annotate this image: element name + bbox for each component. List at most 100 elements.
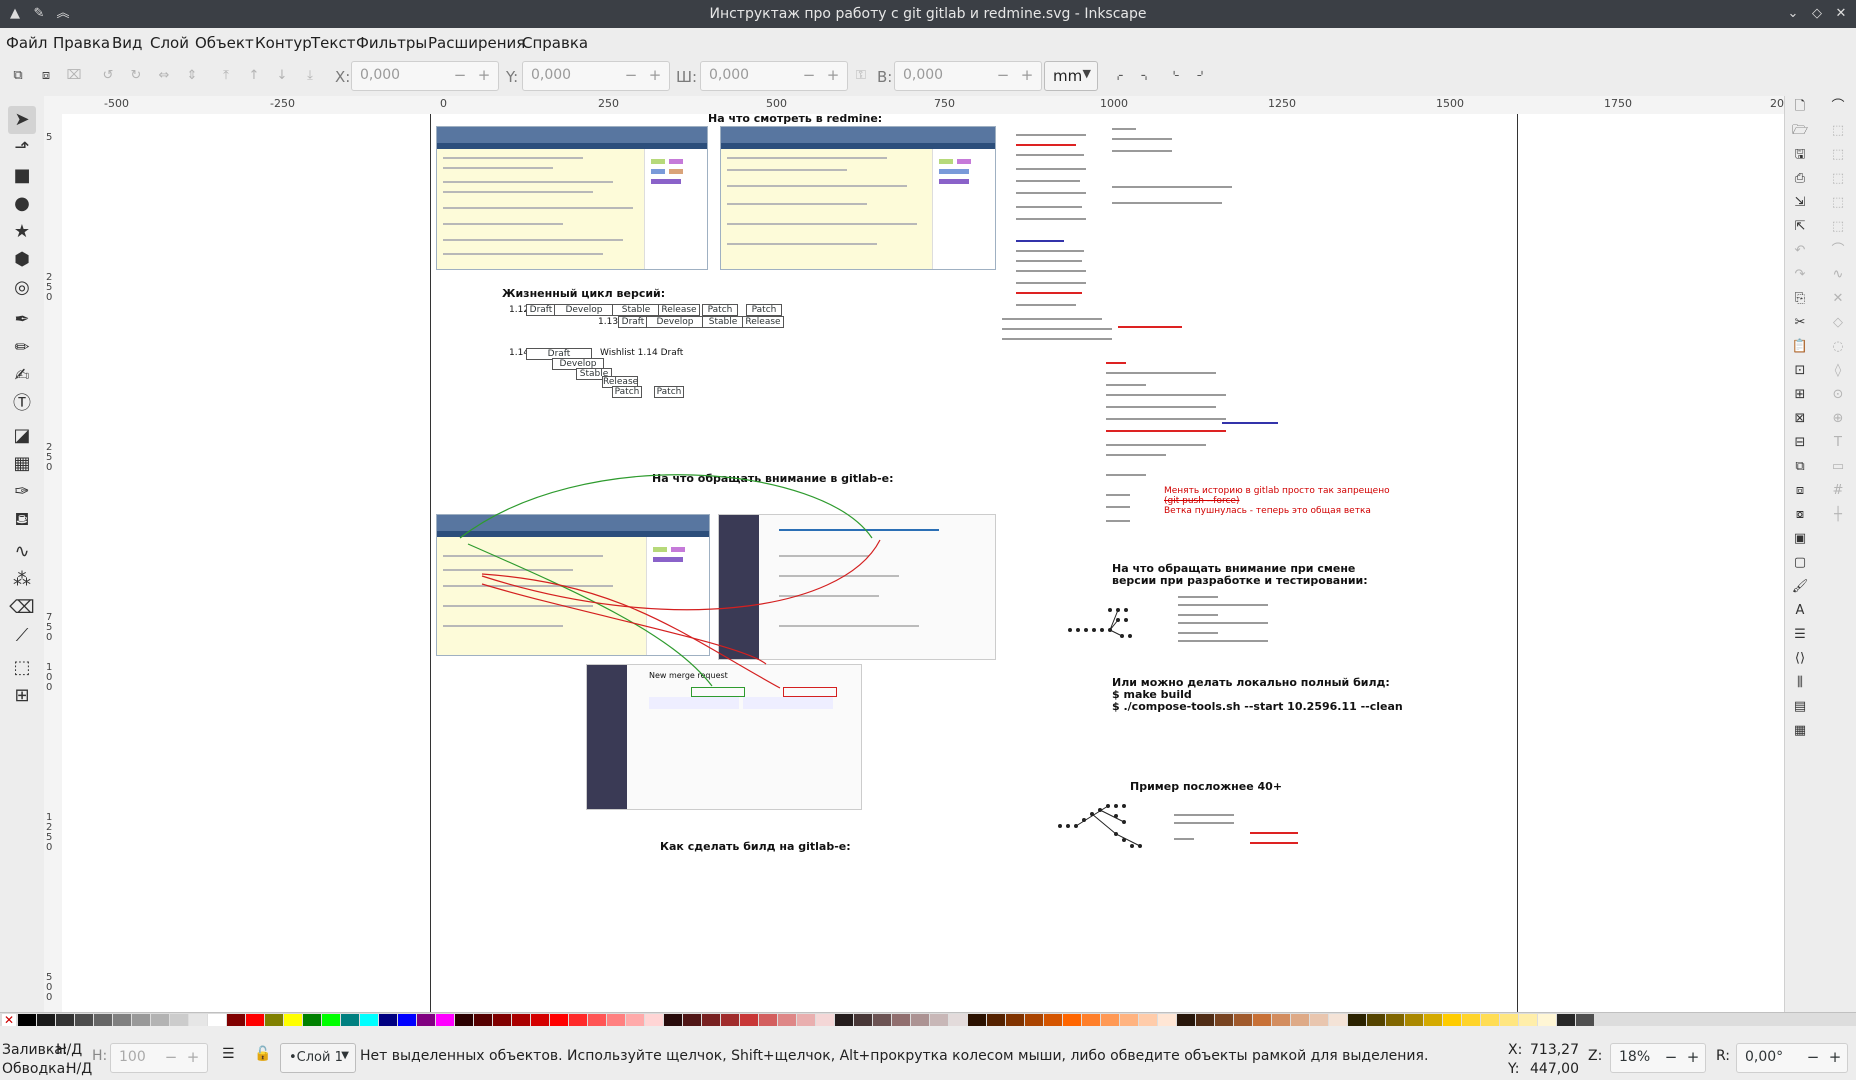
color-swatch[interactable]	[227, 1014, 245, 1026]
spray-tool-icon[interactable]: ⁂	[8, 566, 36, 594]
color-swatch[interactable]	[1006, 1014, 1024, 1026]
color-swatch[interactable]	[1386, 1014, 1404, 1026]
unlink-clone-icon[interactable]: ⧇	[1791, 506, 1809, 524]
color-swatch[interactable]	[170, 1014, 188, 1026]
selector-tool-icon[interactable]: ➤	[8, 106, 36, 134]
color-swatch[interactable]	[322, 1014, 340, 1026]
color-swatch[interactable]	[18, 1014, 36, 1026]
color-swatch[interactable]	[75, 1014, 93, 1026]
color-swatch[interactable]	[1462, 1014, 1480, 1026]
menu-extensions[interactable]: Расширения	[428, 34, 525, 52]
paste-icon[interactable]: 📋	[1791, 338, 1809, 356]
color-swatch[interactable]	[759, 1014, 777, 1026]
color-swatch[interactable]	[303, 1014, 321, 1026]
pencil-tool-icon[interactable]: ✏	[8, 334, 36, 362]
scale-stroke-icon[interactable]: ⌌	[1110, 68, 1126, 84]
color-swatch[interactable]	[892, 1014, 910, 1026]
zoom-field[interactable]: 18% − +	[1610, 1043, 1706, 1073]
rectangle-tool-icon[interactable]: ■	[8, 162, 36, 190]
eraser-tool-icon[interactable]: ⌫	[8, 594, 36, 622]
color-swatch[interactable]	[1025, 1014, 1043, 1026]
color-swatch[interactable]	[1215, 1014, 1233, 1026]
connector-tool-icon[interactable]: ⟋	[8, 622, 36, 650]
maximize-button[interactable]: ◇	[1808, 5, 1826, 23]
measure-tool-icon[interactable]: ⊞	[8, 682, 36, 710]
save-document-icon[interactable]: 🖫	[1791, 146, 1809, 164]
height-field[interactable]: 0,000 − +	[894, 61, 1042, 91]
y-field[interactable]: 0,000 − +	[522, 61, 670, 91]
color-swatch[interactable]	[1196, 1014, 1214, 1026]
color-swatch[interactable]	[1576, 1014, 1594, 1026]
color-swatch[interactable]	[1234, 1014, 1252, 1026]
snap-midpoint-icon[interactable]: ◊	[1829, 362, 1847, 380]
flip-h-icon[interactable]: ⇔	[156, 68, 172, 84]
color-swatch[interactable]	[1082, 1014, 1100, 1026]
opacity-decrement[interactable]: −	[163, 1048, 179, 1066]
copy-icon[interactable]: ⎘	[1791, 290, 1809, 308]
ellipse-tool-icon[interactable]: ●	[8, 190, 36, 218]
color-swatch[interactable]	[987, 1014, 1005, 1026]
x-decrement[interactable]: −	[452, 66, 468, 84]
color-swatch[interactable]	[1101, 1014, 1119, 1026]
snap-paths-icon[interactable]: ∿	[1829, 266, 1847, 284]
group-icon[interactable]: ▣	[1791, 530, 1809, 548]
menu-layer[interactable]: Слой	[150, 34, 189, 52]
color-swatch[interactable]	[1538, 1014, 1556, 1026]
width-increment[interactable]: +	[825, 66, 841, 84]
menu-help[interactable]: Справка	[522, 34, 588, 52]
color-swatch[interactable]	[531, 1014, 549, 1026]
deselect-icon[interactable]: ⌧	[66, 68, 82, 84]
color-swatch[interactable]	[284, 1014, 302, 1026]
zoom-out[interactable]: −	[1663, 1048, 1679, 1066]
open-document-icon[interactable]: 🗁	[1791, 122, 1809, 140]
layers-menu-icon[interactable]: ☰	[222, 1046, 235, 1062]
snap-bbox-icon[interactable]: ⬚	[1829, 122, 1847, 140]
zoom-page-width-icon[interactable]: ⊟	[1791, 434, 1809, 452]
color-palette[interactable]: ✕	[0, 1012, 1856, 1027]
color-swatch[interactable]	[721, 1014, 739, 1026]
cut-icon[interactable]: ✂	[1791, 314, 1809, 332]
snap-nodes-icon[interactable]: ⌒	[1829, 242, 1847, 260]
color-swatch[interactable]	[1424, 1014, 1442, 1026]
color-swatch[interactable]	[740, 1014, 758, 1026]
color-swatch[interactable]	[455, 1014, 473, 1026]
color-swatch[interactable]	[1557, 1014, 1575, 1026]
gitlab-issue-screenshot[interactable]	[718, 514, 996, 660]
snap-guide-icon[interactable]: ┼	[1829, 506, 1847, 524]
color-swatch[interactable]	[854, 1014, 872, 1026]
color-swatch[interactable]	[37, 1014, 55, 1026]
color-swatch[interactable]	[816, 1014, 834, 1026]
color-swatch[interactable]	[1500, 1014, 1518, 1026]
color-swatch[interactable]	[1120, 1014, 1138, 1026]
color-swatch[interactable]	[1044, 1014, 1062, 1026]
snap-bbox-edge-icon[interactable]: ⬚	[1829, 146, 1847, 164]
width-field[interactable]: 0,000 − +	[700, 61, 848, 91]
rotate-increment[interactable]: +	[1827, 1048, 1843, 1066]
rotate-decrement[interactable]: −	[1805, 1048, 1821, 1066]
close-button[interactable]: ✕	[1832, 5, 1850, 23]
gradient-tool-icon[interactable]: ◪	[8, 422, 36, 450]
snap-bbox-center-icon[interactable]: ⬚	[1829, 218, 1847, 236]
color-swatch[interactable]	[379, 1014, 397, 1026]
align-distribute-icon[interactable]: ⫼	[1791, 674, 1809, 692]
color-swatch[interactable]	[1481, 1014, 1499, 1026]
color-swatch[interactable]	[550, 1014, 568, 1026]
color-swatch[interactable]	[1310, 1014, 1328, 1026]
color-swatch[interactable]	[1519, 1014, 1537, 1026]
color-swatch[interactable]	[208, 1014, 226, 1026]
color-swatch[interactable]	[360, 1014, 378, 1026]
no-paint-swatch[interactable]: ✕	[2, 1014, 16, 1026]
color-swatch[interactable]	[1177, 1014, 1195, 1026]
tweak-tool-icon[interactable]: ∿	[8, 538, 36, 566]
color-swatch[interactable]	[1405, 1014, 1423, 1026]
color-swatch[interactable]	[1443, 1014, 1461, 1026]
color-swatch[interactable]	[1367, 1014, 1385, 1026]
spiral-tool-icon[interactable]: ◎	[8, 274, 36, 302]
snap-rotation-center-icon[interactable]: ⊕	[1829, 410, 1847, 428]
color-swatch[interactable]	[835, 1014, 853, 1026]
document-properties-icon[interactable]: ▤	[1791, 698, 1809, 716]
snap-bbox-corner-icon[interactable]: ⬚	[1829, 170, 1847, 188]
color-swatch[interactable]	[398, 1014, 416, 1026]
menu-object[interactable]: Объект	[195, 34, 254, 52]
rotate-field[interactable]: 0,00° − +	[1736, 1043, 1848, 1073]
